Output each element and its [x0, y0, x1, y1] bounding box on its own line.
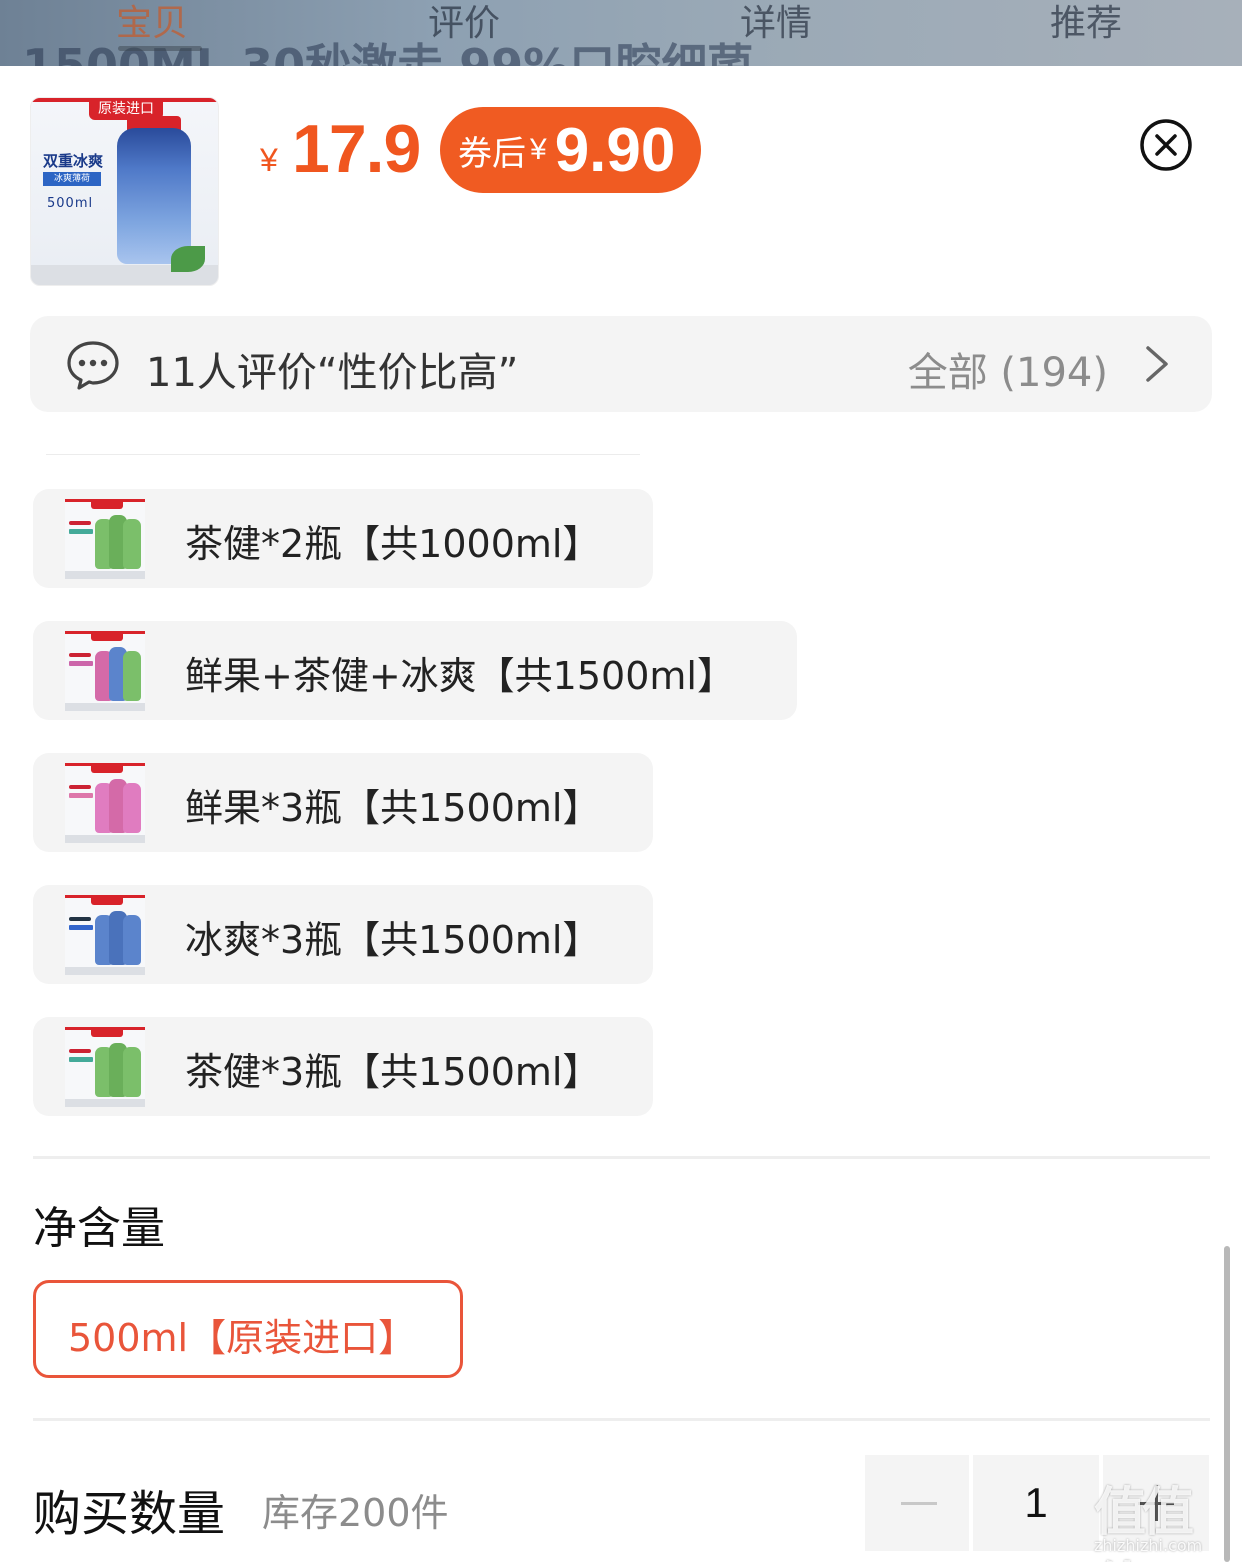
stock-count: 库存200件 [262, 1491, 449, 1535]
mouthwash-bottle-image [117, 128, 191, 264]
decrease-quantity-button[interactable] [865, 1455, 969, 1551]
close-circle-icon [1140, 119, 1192, 171]
variant-thumbnail [65, 1027, 145, 1107]
tab-reviews[interactable]: 评价 [428, 0, 500, 46]
variant-option[interactable]: 鲜果*3瓶【共1500ml】 [33, 753, 653, 852]
section-divider [33, 1418, 1210, 1421]
tab-recommend[interactable]: 推荐 [1050, 0, 1122, 46]
coupon-label: 券后 [458, 133, 526, 174]
chevron-right-icon [1146, 346, 1168, 382]
variant-thumbnail [65, 763, 145, 843]
coupon-price-badge: 券后 ¥ 9.90 [440, 107, 702, 193]
variant-option[interactable]: 茶健*3瓶【共1500ml】 [33, 1017, 653, 1116]
size-option-selected[interactable]: 500ml【原装进口】 [33, 1280, 463, 1378]
variant-label: 茶健*2瓶【共1000ml】 [185, 522, 601, 566]
all-reviews-link[interactable]: 全部 (194) [908, 340, 1108, 398]
review-summary-text: 11人评价“性价比高” [146, 350, 519, 396]
size-option-label: 500ml【原装进口】 [68, 1316, 417, 1360]
variant-thumbnail [65, 895, 145, 975]
variant-option[interactable]: 鲜果+茶健+冰爽【共1500ml】 [33, 621, 797, 720]
divider [46, 454, 640, 455]
quantity-stepper: 1 [865, 1455, 1209, 1551]
background-tab-bar: 1500ML 30秒激走 99%口腔细菌 宝贝 评价 详情 推荐 [0, 0, 1242, 66]
section-divider [33, 1156, 1210, 1159]
variant-label: 冰爽*3瓶【共1500ml】 [185, 918, 601, 962]
variant-thumbnail [65, 499, 145, 579]
review-summary-bar[interactable]: 11人评价“性价比高” 全部 (194) [30, 316, 1212, 412]
quantity-title: 购买数量 [33, 1486, 226, 1542]
variant-label: 鲜果+茶健+冰爽【共1500ml】 [185, 654, 735, 698]
variant-label: 茶健*3瓶【共1500ml】 [185, 1050, 601, 1094]
thumb-line3: 500ml [47, 196, 94, 211]
coupon-currency: ¥ [530, 133, 547, 166]
sku-selector-sheet: 原装进口 双重冰爽 冰爽薄荷 500ml ¥ 17.9 券后 ¥ 9.90 11… [0, 66, 1242, 1562]
close-button[interactable] [1139, 118, 1193, 172]
chat-bubble-icon [67, 341, 119, 390]
variant-option[interactable]: 冰爽*3瓶【共1500ml】 [33, 885, 653, 984]
coupon-price: 9.90 [554, 115, 676, 185]
variant-label: 鲜果*3瓶【共1500ml】 [185, 786, 601, 830]
scrollbar[interactable] [1224, 1246, 1230, 1562]
price: 17.9 [292, 111, 421, 187]
product-thumbnail[interactable]: 原装进口 双重冰爽 冰爽薄荷 500ml [30, 97, 219, 286]
net-content-title: 净含量 [33, 1203, 165, 1254]
mint-leaf-image [171, 246, 205, 272]
tab-details[interactable]: 详情 [740, 0, 812, 46]
quantity-input[interactable]: 1 [973, 1455, 1099, 1551]
thumb-line2: 冰爽薄荷 [43, 172, 101, 186]
tab-active-indicator [118, 46, 202, 51]
tab-item[interactable]: 宝贝 [116, 0, 188, 46]
increase-quantity-button[interactable] [1103, 1455, 1209, 1551]
thumb-line1: 双重冰爽 [43, 152, 104, 170]
price-currency: ¥ [260, 142, 278, 178]
variant-thumbnail [65, 631, 145, 711]
variant-option[interactable]: 茶健*2瓶【共1000ml】 [33, 489, 653, 588]
